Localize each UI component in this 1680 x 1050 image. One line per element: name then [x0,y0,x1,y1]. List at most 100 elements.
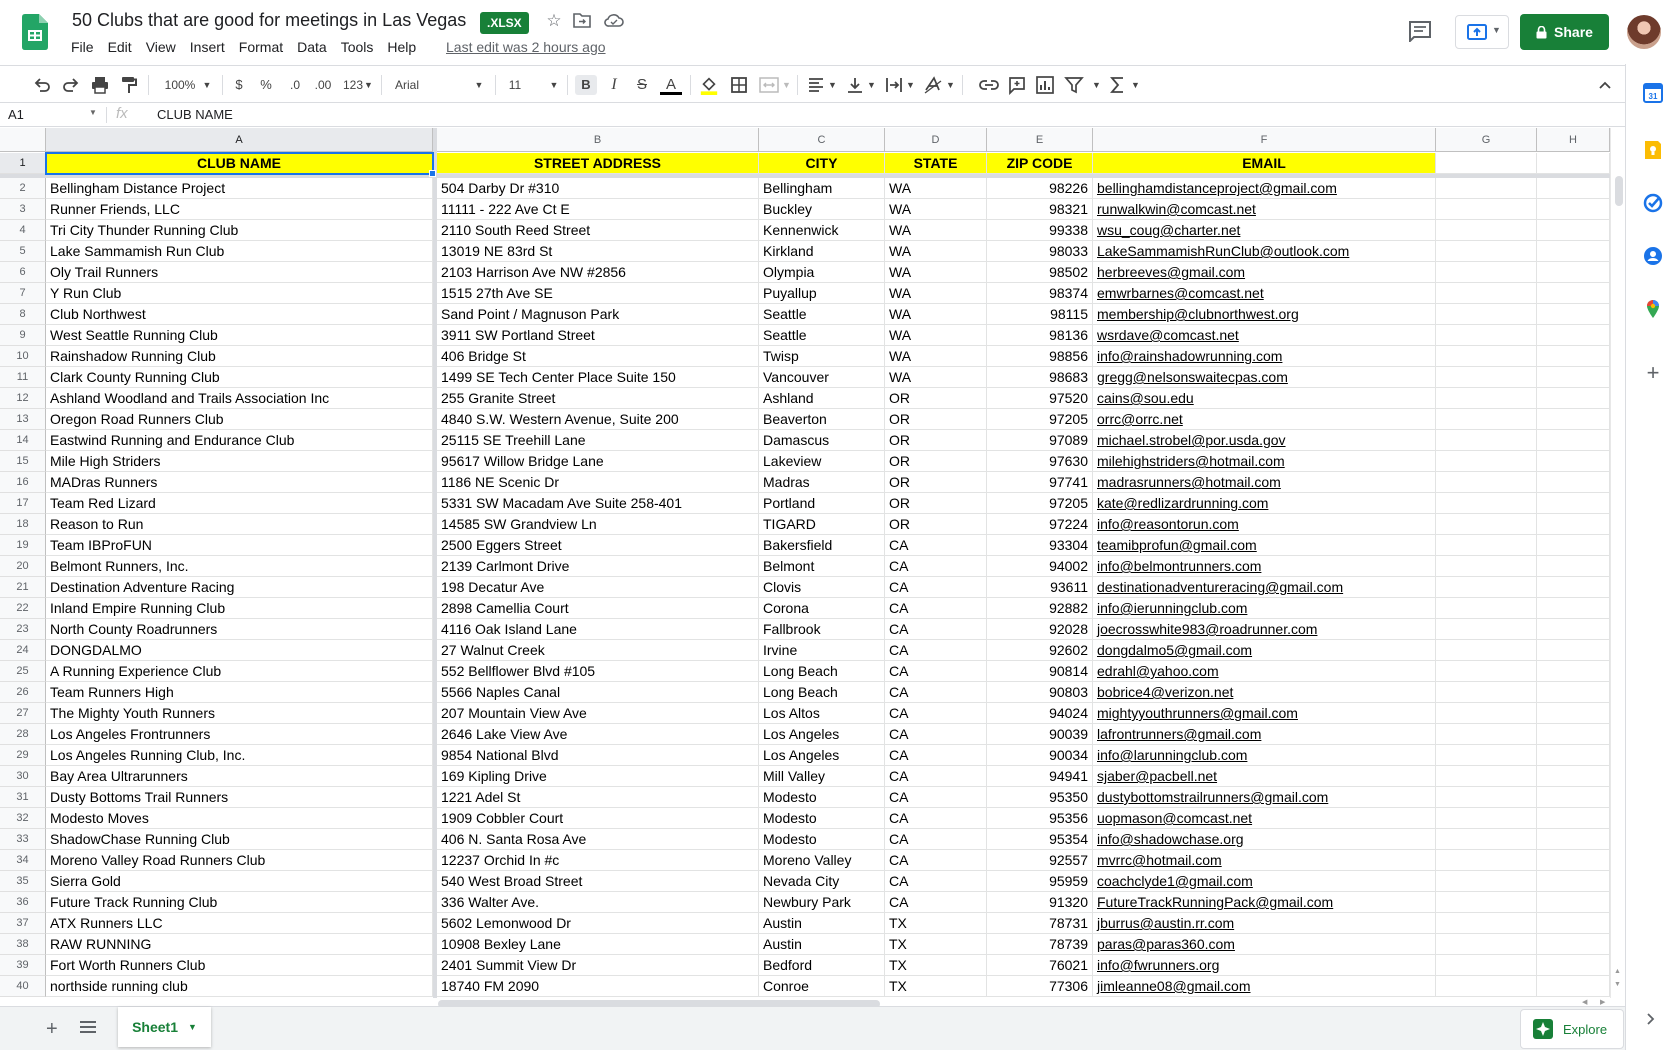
empty-cell[interactable] [1537,199,1610,220]
table-cell[interactable]: 10908 Bexley Lane [437,934,759,955]
table-cell[interactable]: TX [885,934,987,955]
table-cell[interactable]: OR [885,514,987,535]
empty-cell[interactable] [1436,787,1537,808]
more-formats-caret-icon[interactable]: ▼ [364,75,373,95]
empty-cell[interactable] [1436,178,1537,199]
row-header[interactable]: 1 [0,153,46,174]
empty-cell[interactable] [1436,724,1537,745]
empty-cell[interactable] [1436,535,1537,556]
table-cell[interactable]: Tri City Thunder Running Club [46,220,433,241]
empty-cell[interactable] [1436,409,1537,430]
table-cell[interactable]: Lake Sammamish Run Club [46,241,433,262]
comments-icon[interactable] [1408,20,1432,42]
row-header[interactable]: 16 [0,472,46,493]
table-cell[interactable]: Olympia [759,262,885,283]
row-header[interactable]: 13 [0,409,46,430]
table-cell[interactable]: Buckley [759,199,885,220]
table-cell[interactable]: ATX Runners LLC [46,913,433,934]
table-cell[interactable]: Belmont [759,556,885,577]
menu-view[interactable]: View [146,39,176,55]
table-cell[interactable]: Destination Adventure Racing [46,577,433,598]
table-cell[interactable]: wsrdave@comcast.net [1093,325,1436,346]
add-addon-icon[interactable]: + [1644,362,1662,384]
table-cell[interactable]: Portland [759,493,885,514]
empty-cell[interactable] [1537,892,1610,913]
present-button[interactable]: ▼ [1455,15,1509,49]
menu-edit[interactable]: Edit [108,39,132,55]
empty-cell[interactable] [1436,283,1537,304]
table-cell[interactable]: 25115 SE Treehill Lane [437,430,759,451]
table-cell[interactable]: Dusty Bottoms Trail Runners [46,787,433,808]
table-cell[interactable]: edrahl@yahoo.com [1093,661,1436,682]
table-cell[interactable]: The Mighty Youth Runners [46,703,433,724]
table-cell[interactable]: mvrrc@hotmail.com [1093,850,1436,871]
menu-help[interactable]: Help [387,39,416,55]
table-cell[interactable]: jimleanne08@gmail.com [1093,976,1436,997]
table-cell[interactable]: CA [885,619,987,640]
table-cell[interactable]: 336 Walter Ave. [437,892,759,913]
empty-cell[interactable] [1537,325,1610,346]
empty-cell[interactable] [1537,493,1610,514]
table-cell[interactable]: 3911 SW Portland Street [437,325,759,346]
row-header[interactable]: 37 [0,913,46,934]
table-cell[interactable]: 2401 Summit View Dr [437,955,759,976]
table-cell[interactable]: 90803 [987,682,1093,703]
name-box-caret-icon[interactable]: ▼ [89,108,97,117]
valign-caret-icon[interactable]: ▼ [867,75,876,95]
table-cell[interactable]: 1186 NE Scenic Dr [437,472,759,493]
table-cell[interactable]: 12237 Orchid In #c [437,850,759,871]
table-cell[interactable]: CA [885,850,987,871]
table-cell[interactable]: Kirkland [759,241,885,262]
fill-handle[interactable] [429,170,436,177]
text-wrap-icon[interactable] [884,75,904,95]
table-cell[interactable]: WA [885,304,987,325]
table-cell[interactable]: info@fwrunners.org [1093,955,1436,976]
empty-cell[interactable] [1537,913,1610,934]
table-cell[interactable]: madrasrunners@hotmail.com [1093,472,1436,493]
table-cell[interactable]: 98033 [987,241,1093,262]
table-cell[interactable]: 540 West Broad Street [437,871,759,892]
wrap-caret-icon[interactable]: ▼ [906,75,915,95]
keep-icon[interactable] [1642,139,1664,161]
column-header-g[interactable]: G [1436,128,1537,152]
column-header-e[interactable]: E [987,128,1093,152]
table-cell[interactable]: 97089 [987,430,1093,451]
empty-cell[interactable] [1537,556,1610,577]
row-header[interactable]: 15 [0,451,46,472]
empty-cell[interactable] [1537,577,1610,598]
empty-cell[interactable] [1537,430,1610,451]
table-cell[interactable]: CA [885,787,987,808]
table-cell[interactable]: 5331 SW Macadam Ave Suite 258-401 [437,493,759,514]
table-cell[interactable]: 90039 [987,724,1093,745]
table-cell[interactable]: 98136 [987,325,1093,346]
table-cell[interactable]: Mill Valley [759,766,885,787]
fill-color-icon[interactable] [698,75,720,95]
zoom-caret-icon[interactable]: ▼ [202,75,212,95]
row-header[interactable]: 23 [0,619,46,640]
header-cell[interactable]: EMAIL [1093,153,1436,174]
user-avatar[interactable] [1627,15,1661,49]
column-header-f[interactable]: F [1093,128,1436,152]
table-cell[interactable]: OR [885,430,987,451]
empty-cell[interactable] [1537,283,1610,304]
table-cell[interactable]: Sierra Gold [46,871,433,892]
table-cell[interactable]: 406 Bridge St [437,346,759,367]
table-cell[interactable]: Seattle [759,304,885,325]
table-cell[interactable]: Inland Empire Running Club [46,598,433,619]
row-header[interactable]: 2 [0,178,46,199]
empty-cell[interactable] [1436,598,1537,619]
row-header[interactable]: 33 [0,829,46,850]
table-cell[interactable]: Future Track Running Club [46,892,433,913]
table-cell[interactable]: jburrus@austin.rr.com [1093,913,1436,934]
table-cell[interactable]: herbreeves@gmail.com [1093,262,1436,283]
table-cell[interactable]: 97205 [987,493,1093,514]
text-color-button[interactable]: A [660,75,682,95]
sheets-logo-icon[interactable] [22,14,48,50]
table-cell[interactable]: gregg@nelsonswaitecpas.com [1093,367,1436,388]
functions-caret-icon[interactable]: ▼ [1131,75,1140,95]
table-cell[interactable]: Newbury Park [759,892,885,913]
text-rotation-icon[interactable] [922,75,944,95]
table-cell[interactable]: orrc@orrc.net [1093,409,1436,430]
header-cell[interactable]: STREET ADDRESS [437,153,759,174]
table-cell[interactable]: sjaber@pacbell.net [1093,766,1436,787]
